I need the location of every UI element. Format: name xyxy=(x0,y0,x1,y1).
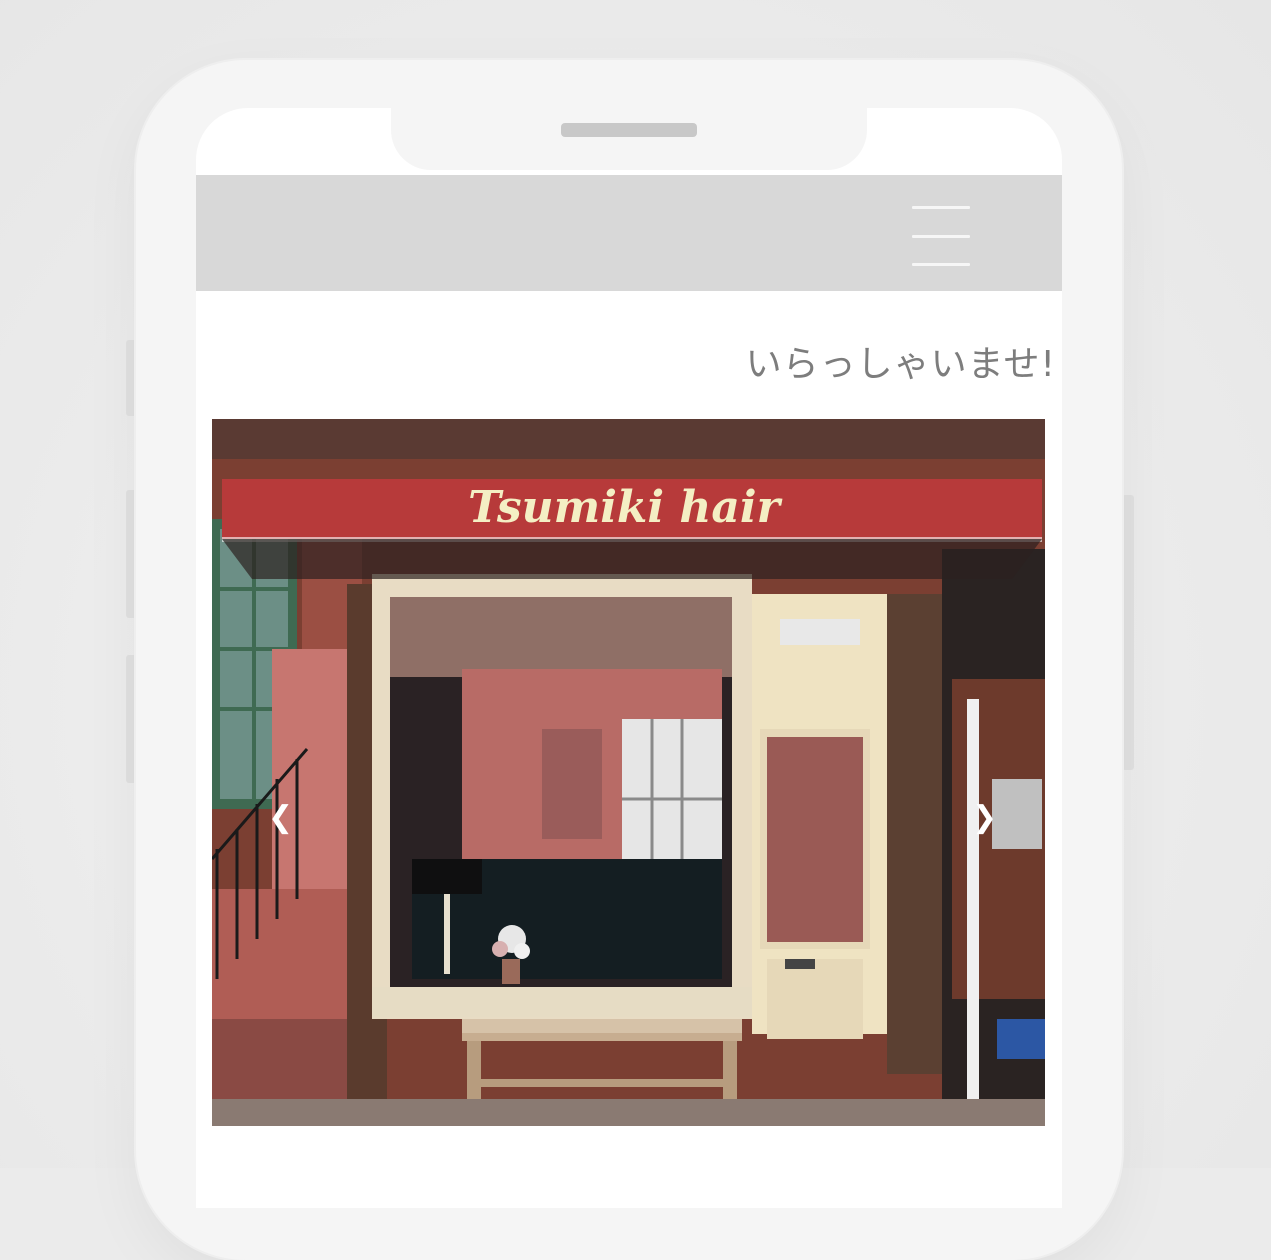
carousel-slide[interactable]: Tsumiki hair xyxy=(212,419,1045,1126)
greeting-text: いらっしゃいませ! xyxy=(745,344,1056,385)
phone-notch xyxy=(391,60,867,170)
awning-text: Tsumiki hair xyxy=(468,482,782,533)
phone-side-button xyxy=(1122,495,1134,770)
phone-speaker xyxy=(561,123,697,137)
storefront-image: Tsumiki hair xyxy=(212,419,1045,1126)
chevron-left-icon[interactable]: ❮ xyxy=(268,800,293,835)
hamburger-menu-icon[interactable] xyxy=(905,198,977,274)
chevron-right-icon[interactable]: ❯ xyxy=(972,800,997,835)
